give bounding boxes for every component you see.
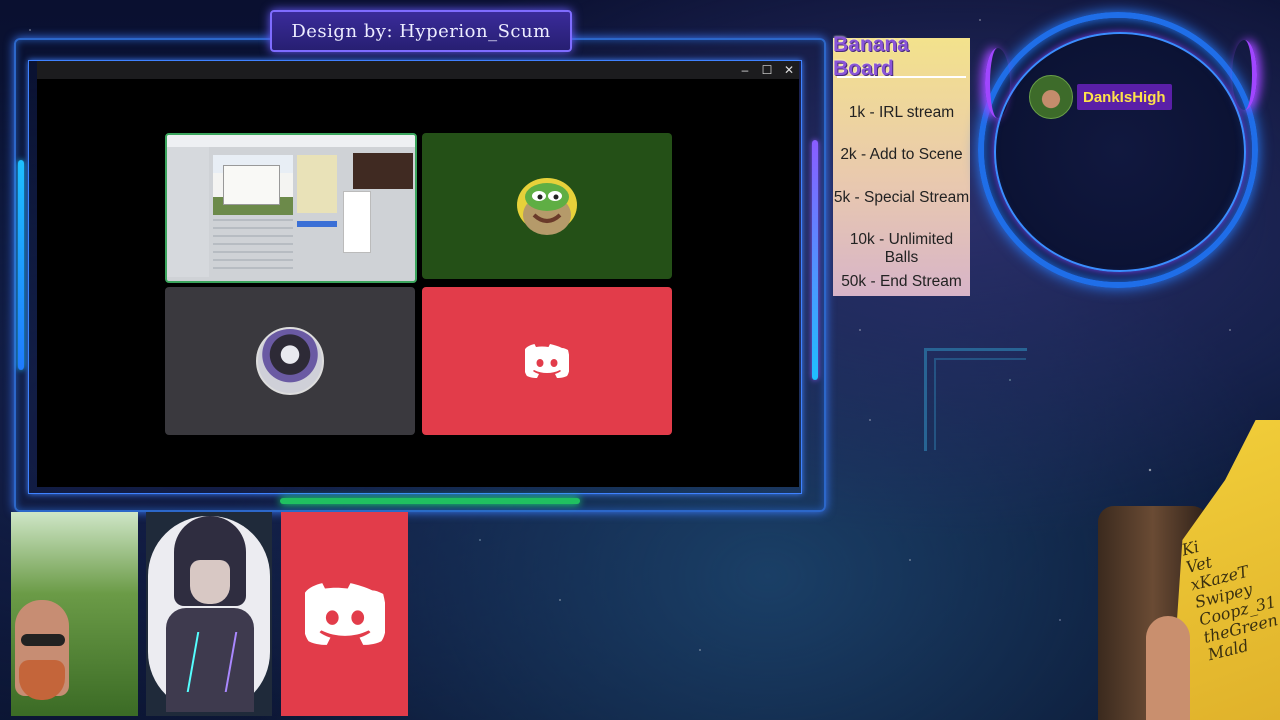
frame-bottom-glow [280, 498, 580, 504]
ring-glow-right [1232, 40, 1257, 110]
participant-tile-discord[interactable] [422, 287, 672, 435]
browser-toolbar [167, 135, 415, 147]
participant-cam-1 [11, 512, 138, 716]
sunglasses [21, 634, 65, 646]
discord-logo-icon [304, 583, 385, 645]
ring-glow-left [985, 48, 1010, 118]
pepe-emoji-icon [517, 178, 577, 235]
person-beard [19, 660, 65, 700]
floor-plan [297, 155, 337, 213]
screen-share-tile[interactable] [165, 133, 417, 283]
goal-item: 5k - Special Stream [833, 189, 970, 206]
listing-card [343, 191, 371, 253]
participant-cam-2 [146, 512, 272, 716]
participant-tile-pepe[interactable] [422, 133, 672, 279]
banner-text: Design by: Hyperion_Scum [291, 20, 551, 42]
listing-text [213, 219, 293, 269]
participant-tile-avatar[interactable] [165, 287, 415, 435]
banana-board-title: Banana Board [833, 33, 909, 80]
streamer-webcam: Ki Vet xKazeT Swipey Coopz_31 theGreen M… [1098, 420, 1280, 720]
browser-sidebar [167, 147, 209, 277]
window-titlebar: – ☐ ✕ [37, 61, 799, 79]
chat-ring-inner [994, 32, 1246, 272]
avatar-face [190, 560, 230, 604]
goal-item: 2k - Add to Scene [840, 146, 963, 163]
chat-user-avatar [1029, 75, 1073, 119]
shared-screen-preview [167, 135, 415, 281]
minimize-button[interactable]: – [734, 61, 756, 79]
listing-button [297, 221, 337, 227]
frame-accent-left [18, 160, 24, 370]
banana-board-panel: Banana Board 1k - IRL stream 2k - Add to… [833, 33, 970, 296]
streamer-arm [1146, 616, 1190, 720]
participant-cam-3 [281, 512, 408, 716]
goal-item: 1k - IRL stream [848, 104, 955, 121]
goal-item: 10k - Unlimited Balls [849, 231, 954, 266]
discord-logo-icon [525, 344, 569, 378]
decorative-bracket-inner [934, 358, 1026, 450]
designer-banner: Design by: Hyperion_Scum [270, 10, 572, 52]
goal-item: 50k - End Stream [841, 273, 962, 290]
discord-call-window: – ☐ ✕ [37, 61, 799, 487]
maximize-button[interactable]: ☐ [756, 61, 778, 79]
divider [837, 76, 966, 78]
frame-accent-right [812, 140, 818, 380]
house-photo [213, 155, 293, 215]
close-button[interactable]: ✕ [778, 61, 800, 79]
chat-username-badge: DankIsHigh [1077, 84, 1172, 110]
webcam-preview [353, 153, 413, 189]
avatar [256, 327, 324, 395]
